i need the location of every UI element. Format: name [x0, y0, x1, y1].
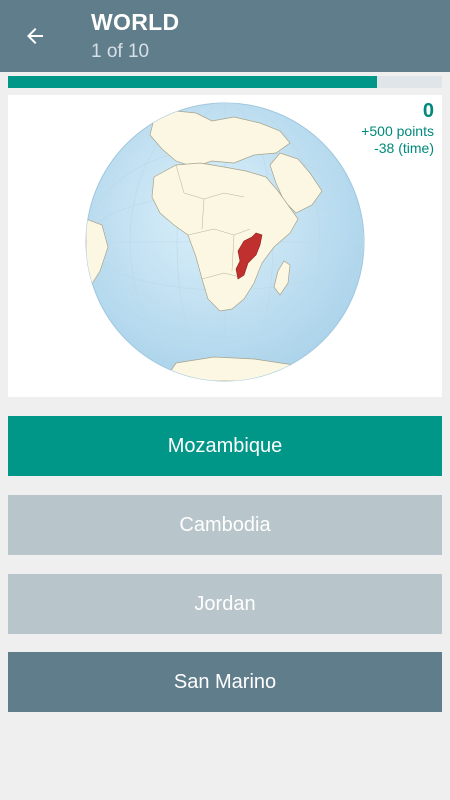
- answer-option-san-marino[interactable]: San Marino: [8, 652, 442, 712]
- time-penalty: -38 (time): [374, 140, 434, 156]
- points-bonus: +500 points: [361, 123, 434, 139]
- score-value: 0: [422, 100, 434, 122]
- progress-fill: [8, 76, 377, 88]
- progress-bar: [8, 76, 442, 88]
- answer-option-cambodia[interactable]: Cambodia: [8, 495, 442, 555]
- map-card: 0 +500 points -38 (time): [8, 95, 442, 397]
- answer-option-mozambique[interactable]: Mozambique: [8, 416, 442, 476]
- page-title: WORLD: [91, 9, 180, 35]
- app-bar: WORLD 1 of 10: [0, 0, 450, 72]
- question-counter: 1 of 10: [91, 41, 150, 62]
- back-button[interactable]: [14, 16, 56, 56]
- arrow-left-icon: [27, 28, 43, 44]
- score-panel: 0 +500 points -38 (time): [361, 99, 434, 157]
- answer-option-jordan[interactable]: Jordan: [8, 574, 442, 634]
- globe-map: [85, 102, 365, 382]
